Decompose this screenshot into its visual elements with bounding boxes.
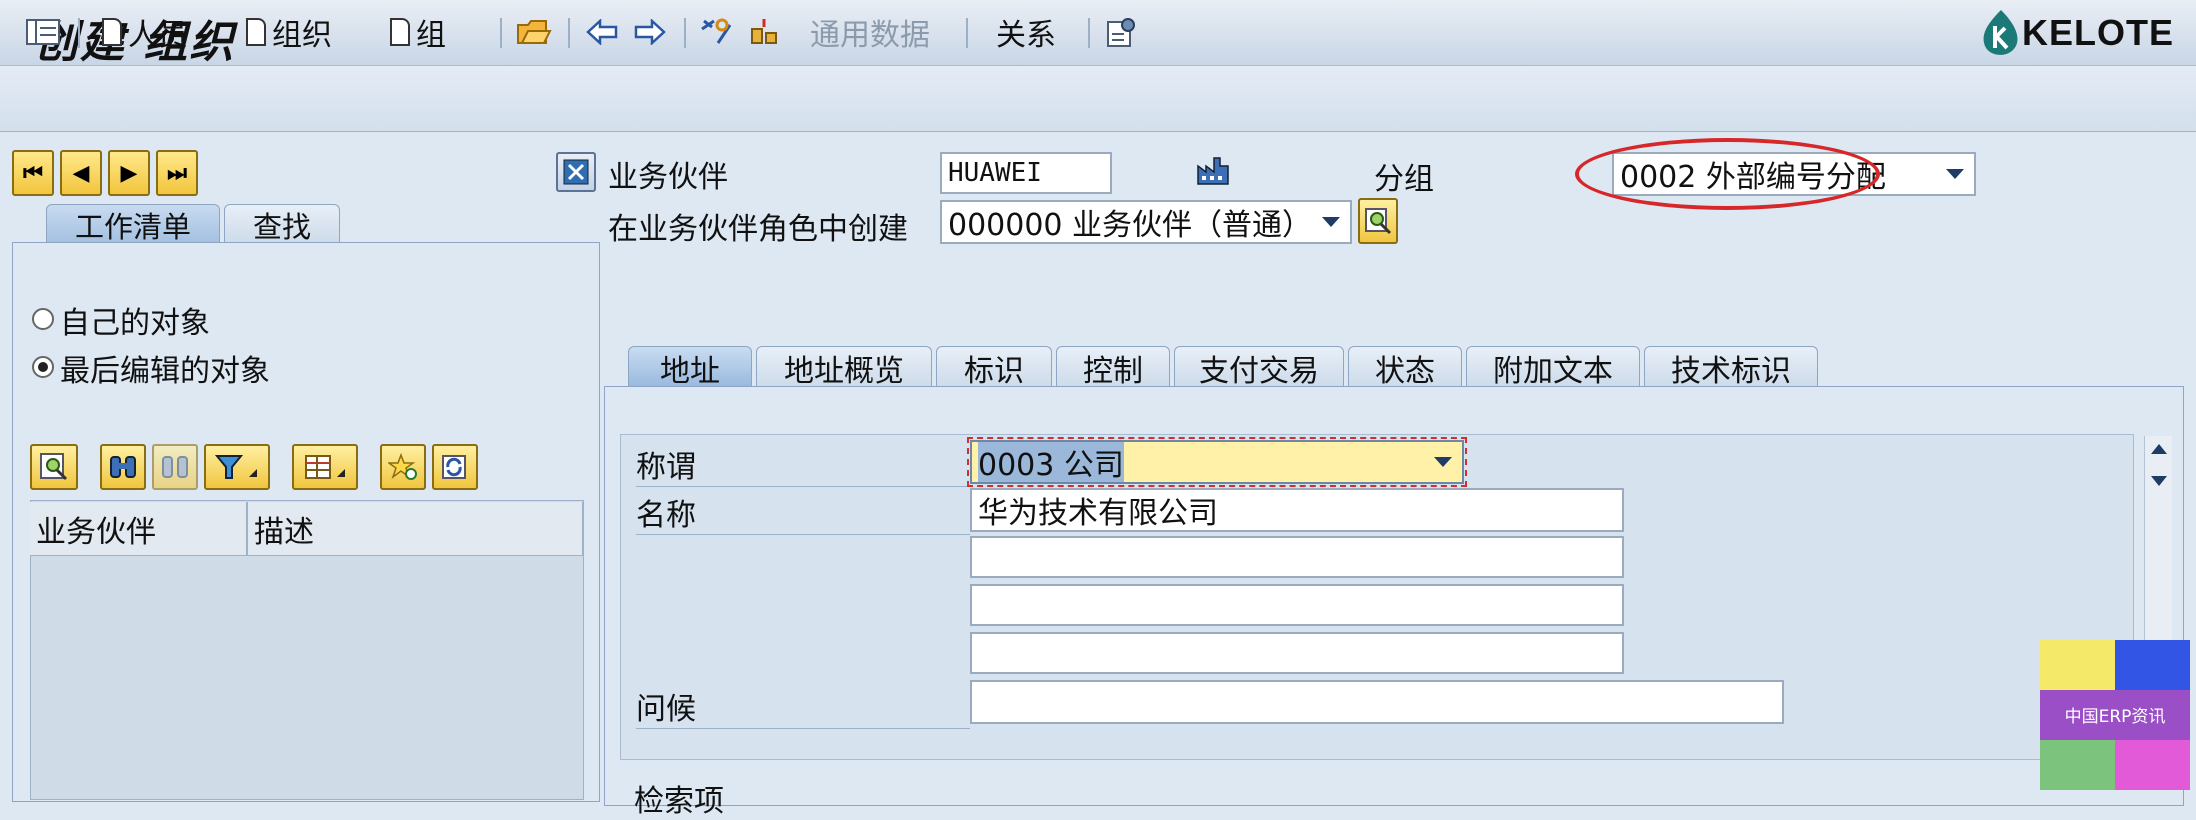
back-arrow-icon[interactable] bbox=[586, 12, 618, 52]
tab-address[interactable]: 地址 bbox=[628, 346, 752, 389]
document-icon bbox=[102, 18, 122, 46]
zoom-icon[interactable] bbox=[30, 444, 78, 490]
settings-icon[interactable] bbox=[1106, 12, 1140, 52]
role-dropdown[interactable]: 000000 业务伙伴（普通） bbox=[940, 200, 1352, 244]
chevron-down-icon bbox=[1322, 217, 1340, 227]
title-label: 称谓 bbox=[636, 442, 970, 487]
logo-text: KELOTE bbox=[2022, 12, 2175, 53]
find-next-icon[interactable] bbox=[152, 444, 198, 490]
create-person-button[interactable]: 人员 bbox=[102, 12, 188, 53]
erp-watermark: 中国ERP资讯 bbox=[2040, 640, 2190, 790]
binoculars-icon[interactable] bbox=[100, 444, 146, 490]
tab-status[interactable]: 状态 bbox=[1348, 346, 1462, 389]
bp-label: 业务伙伴 bbox=[608, 160, 728, 195]
radio-last-edited-label: 最后编辑的对象 bbox=[60, 354, 270, 389]
greeting-label: 问候 bbox=[636, 684, 970, 729]
display-change-icon[interactable] bbox=[700, 12, 734, 52]
general-data-button[interactable]: 通用数据 bbox=[810, 12, 930, 53]
radio-own-objects-label: 自己的对象 bbox=[60, 306, 210, 341]
chevron-down-icon bbox=[1946, 169, 1964, 179]
first-record-button[interactable]: ⏮ bbox=[12, 150, 54, 196]
tab-additional-text[interactable]: 附加文本 bbox=[1466, 346, 1640, 389]
scroll-arrows-icon[interactable] bbox=[2145, 436, 2173, 506]
previous-record-button[interactable]: ◀ bbox=[60, 150, 102, 196]
name-field[interactable]: 华为技术有限公司 bbox=[970, 488, 1624, 532]
list-icon[interactable] bbox=[26, 12, 60, 52]
factory-icon bbox=[1196, 154, 1230, 192]
role-value: 000000 业务伙伴（普通） bbox=[948, 208, 1313, 243]
title-value: 0003 公司 bbox=[978, 442, 1124, 482]
forward-arrow-icon[interactable] bbox=[634, 12, 666, 52]
tab-find[interactable]: 查找 bbox=[224, 204, 340, 244]
close-icon[interactable] bbox=[556, 152, 596, 192]
relations-button[interactable]: 关系 bbox=[996, 12, 1056, 53]
search-terms-label: 检索项 bbox=[634, 784, 724, 819]
hierarchy-icon[interactable] bbox=[748, 12, 780, 52]
tab-worklist[interactable]: 工作清单 bbox=[46, 204, 220, 244]
tab-payment[interactable]: 支付交易 bbox=[1174, 346, 1344, 389]
add-favorite-icon[interactable] bbox=[380, 444, 426, 490]
role-label: 在业务伙伴角色中创建 bbox=[608, 212, 908, 247]
tab-identification[interactable]: 标识 bbox=[936, 346, 1052, 389]
name-field-4[interactable] bbox=[970, 632, 1624, 674]
tab-control[interactable]: 控制 bbox=[1056, 346, 1170, 389]
highlight-circle bbox=[1575, 138, 1880, 210]
filter-icon[interactable] bbox=[204, 444, 270, 490]
radio-last-edited[interactable] bbox=[32, 356, 54, 378]
title-dropdown[interactable]: 0003 公司 bbox=[967, 437, 1467, 487]
greeting-field[interactable] bbox=[970, 680, 1784, 724]
bp-number-field[interactable]: HUAWEI bbox=[940, 152, 1112, 194]
open-folder-icon[interactable] bbox=[516, 12, 552, 52]
grouping-label: 分组 bbox=[1374, 162, 1434, 197]
last-record-button[interactable]: ⏭ bbox=[156, 150, 198, 196]
chevron-down-icon bbox=[1434, 457, 1452, 467]
radio-own-objects[interactable] bbox=[32, 308, 54, 330]
column-header-description[interactable]: 描述 bbox=[248, 502, 584, 556]
create-group-button[interactable]: 组 bbox=[390, 12, 446, 53]
name-field-3[interactable] bbox=[970, 584, 1624, 626]
refresh-icon[interactable] bbox=[432, 444, 478, 490]
layout-icon[interactable] bbox=[292, 444, 358, 490]
document-icon bbox=[390, 18, 410, 46]
name-field-2[interactable] bbox=[970, 536, 1624, 578]
tab-technical-id[interactable]: 技术标识 bbox=[1644, 346, 1818, 389]
tab-address-overview[interactable]: 地址概览 bbox=[756, 346, 932, 389]
column-header-bp[interactable]: 业务伙伴 bbox=[30, 502, 248, 556]
document-icon bbox=[246, 18, 266, 46]
role-details-icon[interactable] bbox=[1358, 198, 1398, 244]
name-label: 名称 bbox=[636, 490, 970, 535]
next-record-button[interactable]: ▶ bbox=[108, 150, 150, 196]
application-toolbar bbox=[0, 66, 2196, 132]
create-organization-button[interactable]: 组织 bbox=[246, 12, 332, 53]
watermark-text: 中国ERP资讯 bbox=[2065, 707, 2166, 727]
